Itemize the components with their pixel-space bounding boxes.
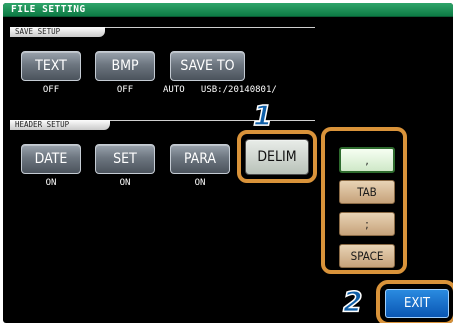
delim-button[interactable]: DELIM: [245, 139, 309, 175]
header-setup-section-label: HEADER SETUP: [10, 120, 110, 130]
date-value: ON: [45, 178, 57, 188]
delimiter-option-tab[interactable]: TAB: [339, 180, 395, 204]
save-to-button[interactable]: SAVE TO: [170, 51, 245, 81]
section-divider: [110, 120, 315, 121]
exit-button[interactable]: EXIT: [385, 289, 449, 318]
bmp-button[interactable]: BMP: [95, 51, 155, 81]
section-divider: [105, 27, 315, 28]
save-to-value: AUTO USB:/20140801/: [163, 85, 277, 95]
text-value: OFF: [42, 85, 60, 95]
set-value: ON: [119, 178, 131, 188]
set-button[interactable]: SET: [95, 144, 155, 174]
bmp-value: OFF: [116, 85, 134, 95]
delimiter-option-semicolon[interactable]: ;: [339, 212, 395, 236]
screen: FILE SETTING SAVE SETUP TEXT OFF BMP OFF…: [0, 0, 457, 327]
title-bar: FILE SETTING: [3, 3, 453, 17]
page-title: FILE SETTING: [11, 4, 86, 15]
delimiter-option-comma[interactable]: ,: [339, 147, 395, 173]
delimiter-option-space[interactable]: SPACE: [339, 244, 395, 268]
para-button[interactable]: PARA: [170, 144, 230, 174]
date-button[interactable]: DATE: [21, 144, 81, 174]
callout-number-1: 1: [252, 98, 273, 133]
callout-number-2: 2: [342, 284, 363, 319]
save-setup-section-label: SAVE SETUP: [10, 27, 105, 37]
text-button[interactable]: TEXT: [21, 51, 81, 81]
delimiter-options-frame: , TAB ; SPACE: [321, 127, 407, 274]
file-setting-panel: FILE SETTING SAVE SETUP TEXT OFF BMP OFF…: [3, 3, 453, 323]
para-value: ON: [194, 178, 206, 188]
